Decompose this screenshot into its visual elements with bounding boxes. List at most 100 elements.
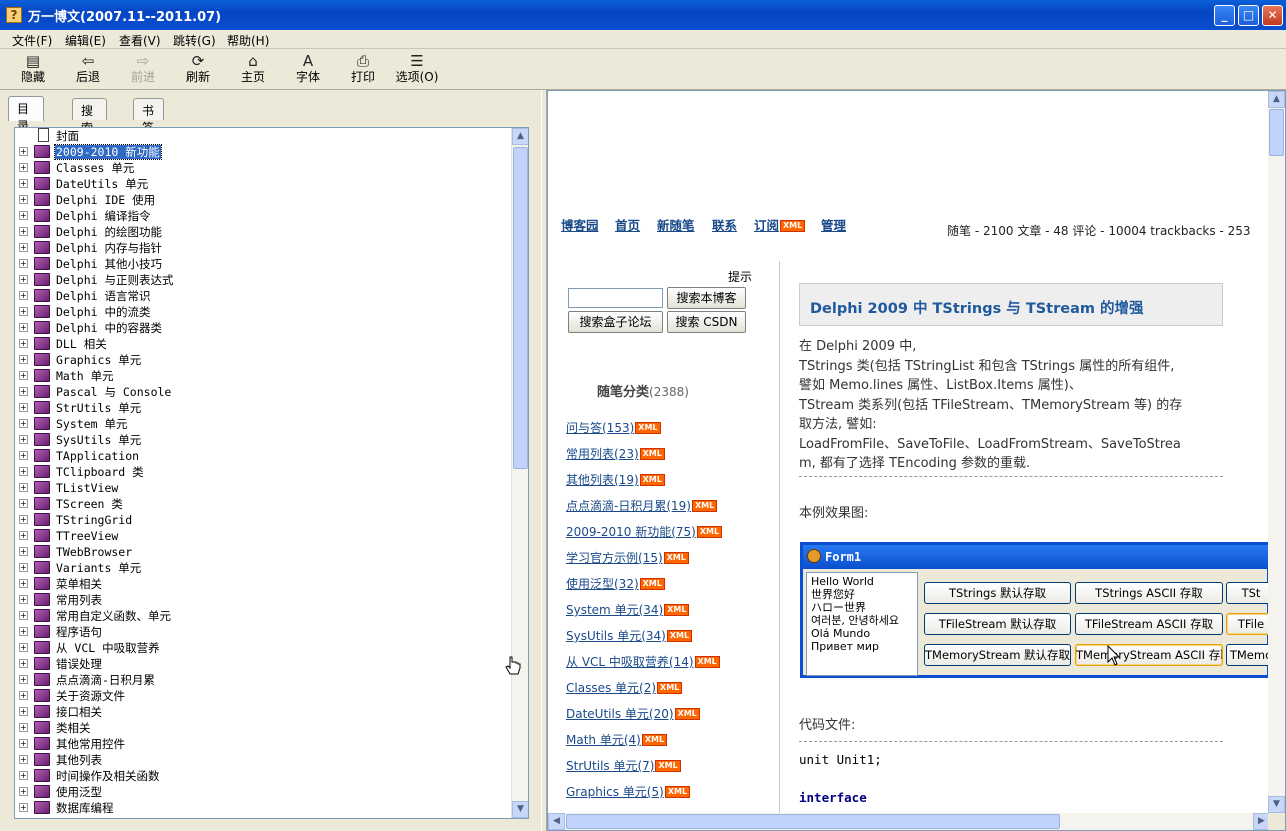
content-hscroll-thumb[interactable] [566, 814, 1060, 829]
tree-item[interactable]: 封面 [15, 128, 512, 144]
expand-plus-icon[interactable]: + [19, 547, 28, 556]
content-scroll-thumb[interactable] [1269, 109, 1284, 156]
expand-plus-icon[interactable]: + [19, 355, 28, 364]
tree-scrollbar[interactable]: ▲ ▼ [511, 128, 528, 818]
tree-item[interactable]: + 接口相关 [15, 704, 512, 720]
expand-plus-icon[interactable]: + [19, 707, 28, 716]
nav-link-manage[interactable]: 管理 [821, 215, 846, 234]
scroll-down-arrow-icon[interactable]: ▼ [512, 801, 528, 818]
tree-item[interactable]: + 关于资源文件 [15, 688, 512, 704]
forward-button[interactable]: ⇨ 前进 [120, 52, 166, 88]
expand-plus-icon[interactable]: + [19, 307, 28, 316]
nav-link-cnblogs[interactable]: 博客园 [561, 215, 599, 234]
category-link[interactable]: 学习官方示例(15) XML [566, 549, 689, 566]
category-link[interactable]: 其他列表(19) XML [566, 471, 665, 488]
expand-plus-icon[interactable]: + [19, 403, 28, 412]
category-link[interactable]: 2009-2010 新功能(75) XML [566, 523, 723, 540]
category-link[interactable]: Graphics 单元(5) XML [566, 783, 691, 800]
tree-item[interactable]: + 时间操作及相关函数 [15, 768, 512, 784]
expand-plus-icon[interactable]: + [19, 787, 28, 796]
tree-item[interactable]: + Delphi IDE 使用 [15, 192, 512, 208]
tree-item[interactable]: + Delphi 的绘图功能 [15, 224, 512, 240]
back-button[interactable]: ⇦ 后退 [65, 52, 111, 88]
nav-link-new-post[interactable]: 新随笔 [657, 215, 695, 234]
expand-plus-icon[interactable]: + [19, 195, 28, 204]
tree-item[interactable]: + 其他常用控件 [15, 736, 512, 752]
tree-item[interactable]: + TTreeView [15, 528, 512, 544]
tree-item[interactable]: + 点点滴滴-日积月累 [15, 672, 512, 688]
tree-item[interactable]: + 类相关 [15, 720, 512, 736]
tree-item[interactable]: + TStringGrid [15, 512, 512, 528]
expand-plus-icon[interactable]: + [19, 435, 28, 444]
tree-item[interactable]: + SysUtils 单元 [15, 432, 512, 448]
expand-plus-icon[interactable]: + [19, 387, 28, 396]
expand-plus-icon[interactable]: + [19, 579, 28, 588]
tree-item[interactable]: + 菜单相关 [15, 576, 512, 592]
form-button[interactable]: TStrings ASCII 存取 [1075, 582, 1223, 604]
tree-item[interactable]: + 从 VCL 中吸取营养 [15, 640, 512, 656]
tab-contents[interactable]: 目录(C) [8, 96, 44, 148]
content-vertical-scrollbar[interactable]: ▲ ▼ [1268, 91, 1285, 813]
close-button[interactable]: ✕ [1262, 5, 1283, 26]
expand-plus-icon[interactable]: + [19, 419, 28, 428]
form-button[interactable]: TMemoryStream ASCII 存取 [1075, 644, 1223, 666]
expand-plus-icon[interactable]: + [19, 467, 28, 476]
expand-plus-icon[interactable]: + [19, 371, 28, 380]
menu-view[interactable]: 查看(V) [119, 32, 161, 49]
home-button[interactable]: ⌂ 主页 [230, 52, 276, 88]
expand-plus-icon[interactable]: + [19, 499, 28, 508]
search-csdn-button[interactable]: 搜索 CSDN [667, 311, 746, 333]
expand-plus-icon[interactable]: + [19, 643, 28, 652]
tree-item[interactable]: + 错误处理 [15, 656, 512, 672]
category-link[interactable]: 点点滴滴-日积月累(19) XML [566, 497, 718, 514]
expand-plus-icon[interactable]: + [19, 659, 28, 668]
minimize-button[interactable]: _ [1214, 5, 1235, 26]
nav-link-subscribe[interactable]: 订阅 XML [754, 215, 806, 234]
hide-button[interactable]: ▤ 隐藏 [10, 52, 56, 88]
expand-plus-icon[interactable]: + [19, 227, 28, 236]
expand-plus-icon[interactable]: + [19, 147, 28, 156]
expand-plus-icon[interactable]: + [19, 243, 28, 252]
tree-item[interactable]: + Delphi 与正则表达式 [15, 272, 512, 288]
expand-plus-icon[interactable]: + [19, 771, 28, 780]
refresh-button[interactable]: ⟳ 刷新 [175, 52, 221, 88]
tree-scroll-thumb[interactable] [513, 147, 528, 469]
tree-item[interactable]: + Delphi 中的流类 [15, 304, 512, 320]
expand-plus-icon[interactable]: + [19, 259, 28, 268]
expand-plus-icon[interactable]: + [19, 691, 28, 700]
search-forum-button[interactable]: 搜索盒子论坛 [568, 311, 663, 333]
tree-item[interactable]: + 常用自定义函数、单元 [15, 608, 512, 624]
category-link[interactable]: DateUtils 单元(20) XML [566, 705, 700, 722]
form-button[interactable]: TStrings 默认存取 [924, 582, 1071, 604]
content-horizontal-scrollbar[interactable]: ◀ ▶ [548, 813, 1270, 830]
maximize-button[interactable]: □ [1238, 5, 1259, 26]
tree-item[interactable]: + 其他列表 [15, 752, 512, 768]
expand-plus-icon[interactable]: + [19, 211, 28, 220]
form-button[interactable]: TMemoryStream 默认存取 [924, 644, 1071, 666]
category-link[interactable]: 使用泛型(32) XML [566, 575, 665, 592]
tree-item[interactable]: + 程序语句 [15, 624, 512, 640]
tab-search[interactable]: 搜索(S) [72, 98, 107, 150]
expand-plus-icon[interactable]: + [19, 515, 28, 524]
title-bar[interactable]: ? 万一博文(2007.11--2011.07) _ □ ✕ [0, 0, 1286, 30]
tree-item[interactable]: + Math 单元 [15, 368, 512, 384]
tree-item[interactable]: + StrUtils 单元 [15, 400, 512, 416]
scroll-up-arrow-icon[interactable]: ▲ [512, 128, 528, 145]
search-blog-button[interactable]: 搜索本博客 [667, 287, 746, 309]
expand-plus-icon[interactable]: + [19, 323, 28, 332]
tree-item[interactable]: + DateUtils 单元 [15, 176, 512, 192]
expand-plus-icon[interactable]: + [19, 739, 28, 748]
tree-item[interactable]: + 数据库编程 [15, 800, 512, 816]
options-button[interactable]: ☰ 选项(O) [394, 52, 440, 88]
category-link[interactable]: Math 单元(4) XML [566, 731, 668, 748]
tree-item[interactable]: + DLL 相关 [15, 336, 512, 352]
menu-help[interactable]: 帮助(H) [227, 32, 269, 49]
nav-link-home[interactable]: 首页 [615, 215, 640, 234]
category-link[interactable]: StrUtils 单元(7) XML [566, 757, 681, 774]
tree-item[interactable]: + Variants 单元 [15, 560, 512, 576]
tree-item[interactable]: + Delphi 内存与指针 [15, 240, 512, 256]
tree-item[interactable]: + TApplication [15, 448, 512, 464]
expand-plus-icon[interactable]: + [19, 723, 28, 732]
expand-plus-icon[interactable]: + [19, 483, 28, 492]
expand-plus-icon[interactable]: + [19, 531, 28, 540]
